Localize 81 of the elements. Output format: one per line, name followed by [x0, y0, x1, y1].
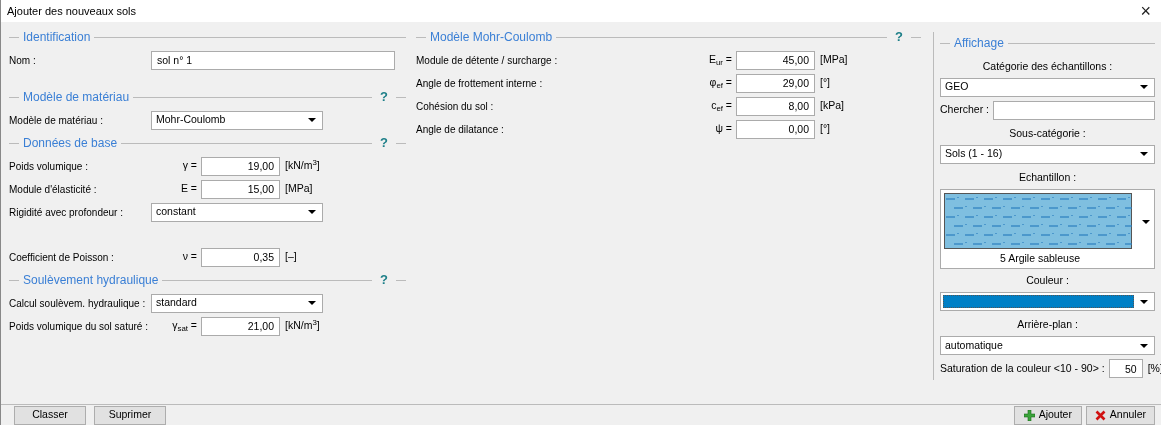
- number-field[interactable]: 21,00: [201, 316, 280, 336]
- field-label: Rigidité avec profondeur :: [9, 205, 124, 220]
- section-title: Identification: [23, 29, 91, 47]
- section-title: Affichage: [954, 35, 1004, 53]
- dropdown[interactable]: automatique: [940, 336, 1155, 356]
- window-title: Ajouter des nouveaux sols: [7, 3, 137, 19]
- symbol-label: ψ =: [714, 121, 733, 137]
- dropdown[interactable]: standard: [151, 293, 323, 313]
- footer-button[interactable]: Suprimer: [94, 405, 166, 425]
- field-label: Module de détente / surcharge :: [416, 53, 559, 68]
- caption-label: Echantillon :: [1017, 169, 1078, 185]
- unit-label: [MPa]: [819, 52, 848, 68]
- caret-icon: [308, 210, 316, 215]
- section-title: Données de base: [23, 135, 118, 153]
- symbol-label: c$_{ef}$ =: [710, 98, 733, 115]
- symbol-label: E$_{ur}$ =: [707, 52, 733, 69]
- section-title: Soulèvement hydraulique: [23, 272, 159, 290]
- caret-icon: [1140, 152, 1148, 157]
- unit-label: [MPa]: [284, 181, 313, 197]
- help-icon[interactable]: ?: [380, 87, 388, 107]
- number-field[interactable]: 15,00: [201, 179, 280, 199]
- field-label: Angle de dilatance :: [416, 122, 505, 137]
- unit-label: [–]: [284, 249, 297, 265]
- footer-button[interactable]: Ajouter: [1013, 405, 1082, 425]
- number-field[interactable]: 45,00: [736, 50, 815, 70]
- dropdown[interactable]: constant: [151, 202, 323, 222]
- number-field[interactable]: 50: [1108, 359, 1143, 379]
- field-label: Modèle de matériau :: [9, 113, 104, 128]
- number-field[interactable]: 0,35: [201, 247, 280, 267]
- plus-icon: [1023, 409, 1035, 421]
- symbol-label: ν =: [181, 249, 198, 265]
- field-label: Cohésion du sol :: [416, 99, 495, 114]
- caption-label: Couleur :: [1025, 273, 1070, 289]
- sample-name: 5 Argile sableuse: [999, 250, 1081, 266]
- caption-label: Catégorie des échantillons :: [981, 58, 1114, 74]
- symbol-label: φ$_{ef}$ =: [708, 75, 733, 92]
- name-field[interactable]: sol n° 1: [151, 50, 395, 70]
- field-label: Angle de frottement interne :: [416, 76, 544, 91]
- field-label: Poids volumique :: [9, 159, 89, 174]
- field-label: Module d'élasticité :: [9, 182, 98, 197]
- symbol-label: E =: [179, 181, 198, 197]
- field-label: Saturation de la couleur <10 - 90> :: [940, 361, 1106, 377]
- caption-label: Sous-catégorie :: [1008, 125, 1087, 141]
- symbol-label: γ$_{sat}$ =: [171, 318, 198, 335]
- dropdown[interactable]: GEO: [940, 77, 1155, 97]
- symbol-label: γ =: [181, 158, 198, 174]
- unit-label: [kN/m$^{3}$]: [284, 318, 320, 334]
- number-field[interactable]: 0,00: [736, 119, 815, 139]
- caret-icon: [1140, 299, 1148, 304]
- number-field[interactable]: 8,00: [736, 96, 815, 116]
- section-title: Modèle de matériau: [23, 89, 130, 107]
- footer-button[interactable]: Annuler: [1085, 405, 1155, 425]
- number-field[interactable]: 19,00: [201, 156, 280, 176]
- search-field[interactable]: [993, 100, 1155, 120]
- field-label: Chercher :: [940, 102, 991, 118]
- caption-label: Arrière-plan :: [1016, 317, 1079, 333]
- unit-label: [kN/m$^{3}$]: [284, 158, 320, 174]
- color-dropdown[interactable]: [940, 292, 1155, 312]
- unit-label: [°]: [819, 75, 831, 91]
- caret-icon: [1142, 219, 1150, 224]
- sample-selector[interactable]: 5 Argile sableuse: [940, 188, 1155, 270]
- footer-button[interactable]: Classer: [14, 405, 86, 425]
- caret-icon: [308, 118, 316, 123]
- field-label: Coefficient de Poisson :: [9, 250, 115, 265]
- field-label: Poids volumique du sol saturé :: [9, 319, 149, 334]
- unit-label: [kPa]: [819, 98, 844, 114]
- help-icon[interactable]: ?: [895, 27, 903, 47]
- help-icon[interactable]: ?: [380, 133, 388, 153]
- dropdown[interactable]: Mohr-Coulomb: [151, 110, 323, 130]
- close-button[interactable]: ×: [1138, 1, 1153, 20]
- number-field[interactable]: 29,00: [736, 73, 815, 93]
- caret-icon: [1140, 343, 1148, 348]
- unit-label: [°]: [819, 121, 831, 137]
- caret-icon: [1140, 85, 1148, 90]
- section-title: Modèle Mohr-Coulomb: [430, 29, 553, 47]
- dropdown[interactable]: Sols (1 - 16): [940, 144, 1155, 164]
- help-icon[interactable]: ?: [380, 270, 388, 290]
- field-label: Nom :: [9, 53, 37, 68]
- field-label: Calcul soulèvem. hydraulique :: [9, 296, 147, 311]
- caret-icon: [308, 301, 316, 306]
- close-icon: [1094, 409, 1106, 421]
